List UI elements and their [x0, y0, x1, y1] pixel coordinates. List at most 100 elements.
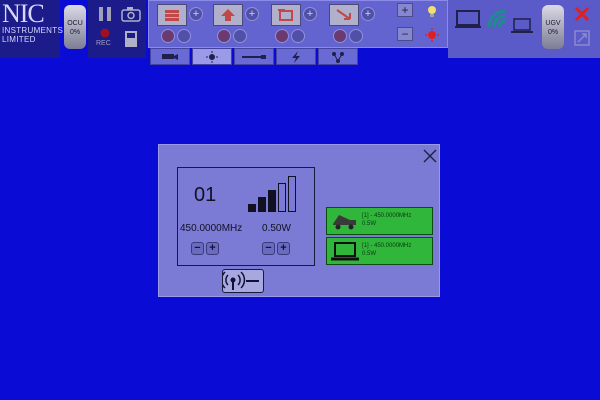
close-icon — [574, 6, 590, 22]
radio-channel-card: 01 450.0000MHz 0.50W − + − + — [177, 167, 315, 266]
arrow-down-icon — [336, 9, 351, 20]
panel-minus-button[interactable]: − — [397, 27, 413, 41]
power-decrease-button[interactable]: − — [262, 242, 275, 255]
module-3-left-button[interactable] — [275, 29, 289, 43]
module-3-screen[interactable] — [271, 4, 301, 26]
light-off-button[interactable] — [421, 26, 443, 44]
module-1-screen[interactable] — [157, 4, 187, 26]
logo-subtext-2: LIMITED — [2, 35, 36, 44]
module-2-left-button[interactable] — [217, 29, 231, 43]
payload-tabs — [150, 48, 360, 66]
light-on-button[interactable] — [421, 2, 443, 20]
dialog-close-button[interactable] — [422, 149, 438, 165]
frequency-decrease-button[interactable]: − — [191, 242, 204, 255]
save-button[interactable] — [121, 28, 141, 50]
top-toolbar: NIC INSTRUMENTS LIMITED OCU 0% REC + + +… — [0, 0, 600, 65]
link-laptop-text: [1] - 450.0000MHz 0.5W — [362, 242, 411, 258]
panel-plus-button[interactable]: + — [397, 3, 413, 17]
network-icon — [332, 51, 344, 63]
gun-icon — [242, 54, 266, 59]
laptop-icon — [331, 242, 359, 261]
security-camera-icon — [162, 53, 178, 60]
laptop-status-button[interactable] — [510, 16, 534, 36]
link-vehicle-frequency: [1] - 450.0000MHz — [362, 213, 412, 219]
pause-icon — [99, 7, 111, 21]
ugv-label: UGV — [545, 20, 561, 27]
ocu-battery-gauge: OCU 0% — [64, 5, 86, 49]
power-value: 0.50W — [262, 223, 291, 234]
logo-text: NIC — [2, 0, 45, 28]
link-vehicle-power: 0.5W — [362, 221, 377, 227]
vehicle-icon — [333, 215, 356, 230]
close-icon — [423, 149, 437, 163]
payload-control-panel: + + + + + − — [148, 0, 448, 48]
module-1-left-button[interactable] — [161, 29, 175, 43]
tab-gun[interactable] — [234, 48, 274, 65]
camera-icon — [121, 7, 141, 22]
link-laptop-power: 0.5W — [362, 251, 377, 257]
module-3-plus-button[interactable]: + — [303, 7, 317, 21]
signal-bar — [248, 204, 256, 212]
signal-strength-bars — [248, 176, 312, 212]
lightbulb-icon — [428, 6, 436, 17]
layers-icon — [165, 10, 179, 21]
module-2-right-button[interactable] — [233, 29, 247, 43]
tab-camera[interactable] — [150, 48, 190, 65]
module-3-right-button[interactable] — [291, 29, 305, 43]
arrow-up-icon — [221, 9, 235, 21]
module-1-right-button[interactable] — [177, 29, 191, 43]
company-logo: NIC INSTRUMENTS LIMITED — [0, 0, 64, 58]
ocu-battery-value: 0% — [69, 29, 81, 36]
frequency-value: 450.0000MHz — [180, 223, 243, 234]
ugv-battery-value: 0% — [547, 29, 559, 36]
alert-light-icon — [425, 28, 439, 42]
link-status-vehicle[interactable]: [1] - 450.0000MHz 0.5W — [326, 207, 433, 235]
resize-icon — [574, 30, 590, 46]
resize-button[interactable] — [572, 28, 592, 48]
module-1-plus-button[interactable]: + — [189, 7, 203, 21]
radio-settings-dialog: 01 450.0000MHz 0.50W − + − + [1] - 450.0… — [158, 144, 440, 297]
tab-light[interactable] — [192, 48, 232, 65]
vehicle-icon — [455, 10, 481, 28]
wireless-icon — [487, 9, 506, 28]
module-4-right-button[interactable] — [349, 29, 363, 43]
box-icon — [278, 9, 293, 21]
module-4-screen[interactable] — [329, 4, 359, 26]
lightning-icon — [292, 50, 300, 63]
link-status-laptop[interactable]: [1] - 450.0000MHz 0.5W — [326, 237, 433, 265]
module-3: + — [269, 3, 319, 45]
signal-bar — [288, 176, 296, 212]
vehicle-link-panel: UGV 0% — [448, 0, 600, 58]
light-icon — [206, 50, 218, 63]
record-button[interactable] — [94, 26, 116, 40]
vehicle-status-button[interactable] — [454, 8, 482, 30]
tab-network[interactable] — [318, 48, 358, 65]
module-2-plus-button[interactable]: + — [245, 7, 259, 21]
recording-controls — [88, 0, 146, 58]
signal-bar — [258, 197, 266, 212]
snapshot-button[interactable] — [120, 4, 142, 24]
module-4-plus-button[interactable]: + — [361, 7, 375, 21]
module-4-left-button[interactable] — [333, 29, 347, 43]
antenna-toggle-button[interactable] — [220, 269, 264, 293]
link-laptop-frequency: [1] - 450.0000MHz — [362, 243, 412, 249]
ugv-battery-gauge: UGV 0% — [542, 5, 564, 49]
ocu-label: OCU — [67, 20, 83, 27]
close-app-button[interactable] — [572, 4, 592, 24]
module-4: + — [327, 3, 377, 45]
wireless-signal — [484, 6, 510, 32]
pause-button[interactable] — [94, 4, 116, 24]
logo-subtext: INSTRUMENTS — [2, 26, 64, 35]
frequency-increase-button[interactable]: + — [206, 242, 219, 255]
tab-laser[interactable] — [276, 48, 316, 65]
power-increase-button[interactable]: + — [277, 242, 290, 255]
module-2-screen[interactable] — [213, 4, 243, 26]
signal-bar — [268, 190, 276, 212]
channel-number: 01 — [194, 184, 217, 206]
laptop-icon — [511, 18, 533, 33]
link-vehicle-text: [1] - 450.0000MHz 0.5W — [362, 212, 411, 228]
antenna-icon — [220, 271, 259, 290]
document-icon — [125, 31, 137, 47]
signal-bar — [278, 183, 286, 212]
module-1: + — [155, 3, 205, 45]
